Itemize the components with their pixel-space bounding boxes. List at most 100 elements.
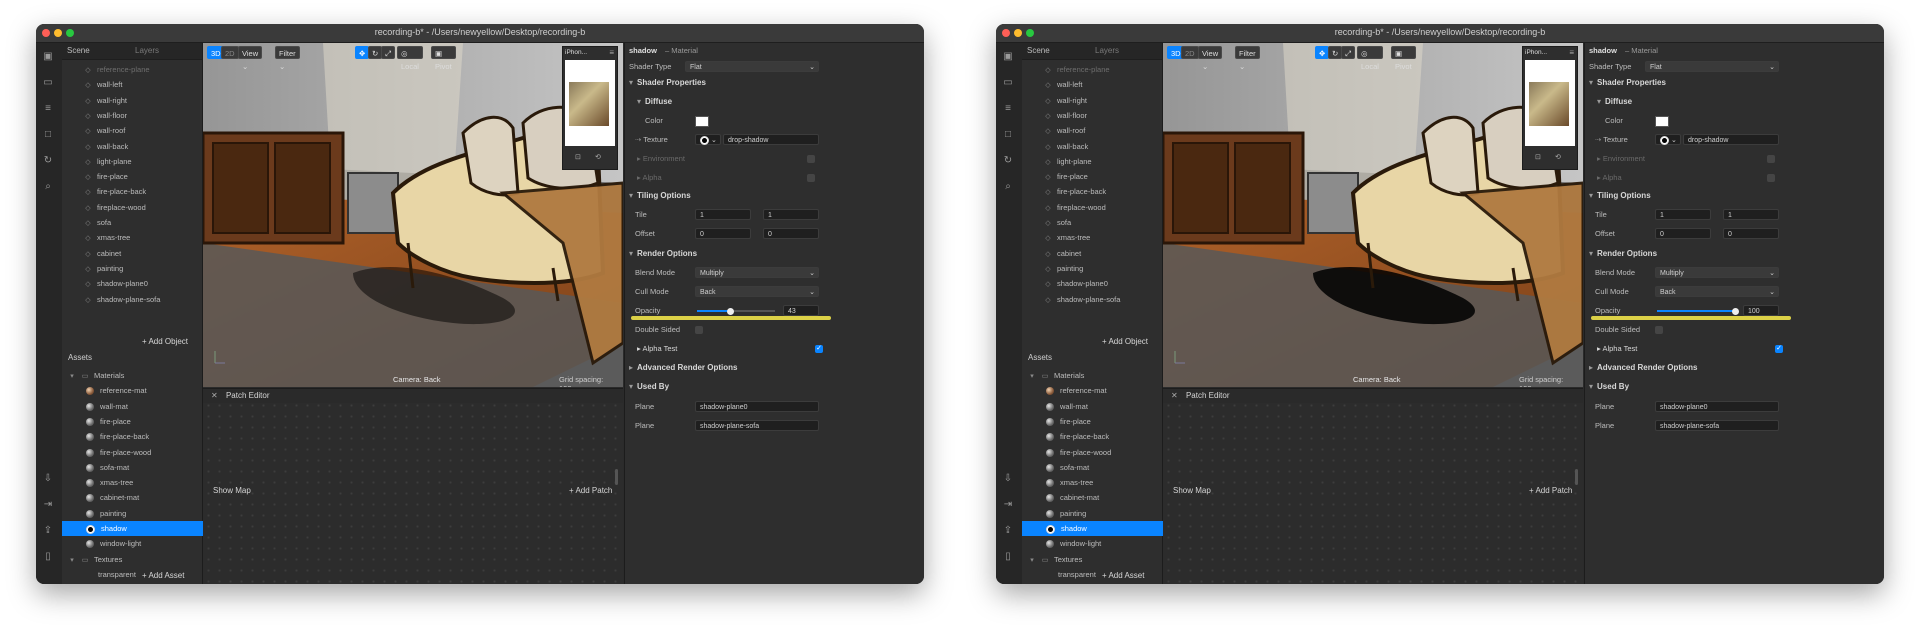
search-icon[interactable]: ⌕ (42, 181, 54, 193)
material-item[interactable]: xmas-tree (1022, 475, 1186, 490)
view-menu-button[interactable]: View ⌄ (238, 46, 263, 71)
tiling-options-header[interactable]: ▾ Tiling Options (1589, 191, 1651, 200)
tab-layers[interactable]: Layers (135, 46, 159, 55)
patch-scrollbar[interactable] (1575, 469, 1578, 485)
material-item[interactable]: fire-place (62, 414, 226, 429)
offset-y-field[interactable]: 0 (763, 228, 819, 239)
scale-tool-icon[interactable]: ⤢ (381, 46, 395, 59)
preview-rotate-icon[interactable]: ⟲ (1555, 153, 1561, 161)
pivot-toggle-button[interactable]: ▣ Pivot (1391, 46, 1416, 71)
shader-type-select[interactable]: Flat ⌄ (685, 61, 819, 72)
scene-item[interactable]: ◇ wall-left (62, 77, 224, 92)
blend-mode-select[interactable]: Multiply ⌄ (695, 267, 819, 278)
environment-checkbox[interactable] (1767, 155, 1775, 163)
cull-mode-select[interactable]: Back ⌄ (695, 286, 819, 297)
import-icon[interactable]: ⇩ (1002, 473, 1014, 485)
add-patch-button[interactable]: + Add Patch (569, 486, 612, 495)
show-map-button[interactable]: Show Map (1173, 486, 1211, 495)
scene-item[interactable]: ◇ reference-plane (1022, 62, 1184, 77)
preview-capture-icon[interactable]: ⊡ (1535, 153, 1541, 161)
texture-picker[interactable]: ⌄ (1655, 134, 1681, 146)
scene-item[interactable]: ◇ wall-left (1022, 77, 1184, 92)
alpha-checkbox[interactable] (807, 174, 815, 182)
material-item[interactable]: reference-mat (1022, 383, 1186, 398)
alpha-checkbox[interactable] (1767, 174, 1775, 182)
scene-viewport[interactable]: 3D 2D View ⌄ Filter ⌄ ✥ ↻ ⤢ ◎ Local ▣ Pi… (203, 43, 623, 387)
shader-type-select[interactable]: Flat ⌄ (1645, 61, 1779, 72)
export-icon[interactable]: ⇥ (1002, 499, 1014, 511)
opacity-value-field[interactable]: 43 (783, 305, 819, 316)
square-icon[interactable]: □ (42, 129, 54, 141)
scene-item[interactable]: ◇ fire-place-back (1022, 184, 1184, 199)
material-item[interactable]: painting (62, 506, 226, 521)
double-sided-checkbox[interactable] (695, 326, 703, 334)
device-preview[interactable]: iPhon... ≡ ⊡ ⟲ (1522, 46, 1578, 170)
environment-row[interactable]: ▸ Environment (625, 151, 924, 167)
opacity-value-field[interactable]: 100 (1743, 305, 1779, 316)
scene-item[interactable]: ◇ reference-plane (62, 62, 224, 77)
material-item[interactable]: sofa-mat (62, 460, 226, 475)
used-by-value-2[interactable]: shadow-plane-sofa (1655, 420, 1779, 431)
used-by-header[interactable]: ▾ Used By (1589, 382, 1629, 391)
used-by-header[interactable]: ▾ Used By (629, 382, 669, 391)
scene-viewport[interactable]: 3D 2D View ⌄ Filter ⌄ ✥ ↻ ⤢ ◎ Local ▣ Pi… (1163, 43, 1583, 387)
add-patch-button[interactable]: + Add Patch (1529, 486, 1572, 495)
used-by-value-2[interactable]: shadow-plane-sofa (695, 420, 819, 431)
alpha-test-label[interactable]: ▸ Alpha Test (637, 341, 677, 357)
double-sided-checkbox[interactable] (1655, 326, 1663, 334)
sync-icon[interactable]: ↻ (42, 155, 54, 167)
video-icon[interactable]: ▭ (1002, 77, 1014, 89)
device-icon[interactable]: ▯ (42, 551, 54, 563)
scene-item[interactable]: ◇ shadow-plane-sofa (62, 292, 224, 307)
alpha-test-label[interactable]: ▸ Alpha Test (1597, 341, 1637, 357)
scene-item[interactable]: ◇ cabinet (62, 246, 224, 261)
alpha-row[interactable]: ▸ Alpha (1585, 170, 1884, 186)
scene-item[interactable]: ◇ cabinet (1022, 246, 1184, 261)
patch-scrollbar[interactable] (615, 469, 618, 485)
export-icon[interactable]: ⇥ (42, 499, 54, 511)
textures-folder[interactable]: ▾ ▭ Textures (62, 552, 208, 567)
used-by-value-1[interactable]: shadow-plane0 (695, 401, 819, 412)
search-icon[interactable]: ⌕ (1002, 181, 1014, 193)
scene-item[interactable]: ◇ wall-floor (1022, 108, 1184, 123)
layout-icon[interactable]: ▣ (42, 51, 54, 63)
2d-toggle-button[interactable]: 2D (1181, 46, 1199, 59)
import-icon[interactable]: ⇩ (42, 473, 54, 485)
material-item[interactable]: wall-mat (1022, 399, 1186, 414)
patch-editor[interactable]: ✕ Patch Editor Show Map + Add Patch (203, 388, 623, 584)
material-item[interactable]: cabinet-mat (1022, 490, 1186, 505)
filter-menu-button[interactable]: Filter ⌄ (1235, 46, 1260, 71)
tile-x-field[interactable]: 1 (1655, 209, 1711, 220)
tab-scene[interactable]: Scene (67, 46, 90, 55)
opacity-slider-thumb[interactable] (1731, 307, 1739, 315)
add-object-button[interactable]: + Add Object (142, 337, 188, 346)
material-item[interactable]: fire-place-wood (1022, 445, 1186, 460)
render-options-header[interactable]: ▾ Render Options (1589, 249, 1657, 258)
scene-item[interactable]: ◇ shadow-plane0 (1022, 276, 1184, 291)
tiling-options-header[interactable]: ▾ Tiling Options (629, 191, 691, 200)
tab-layers[interactable]: Layers (1095, 46, 1119, 55)
video-icon[interactable]: ▭ (42, 77, 54, 89)
layout-icon[interactable]: ▣ (1002, 51, 1014, 63)
library-icon[interactable]: ≡ (42, 103, 54, 115)
textures-folder[interactable]: ▾ ▭ Textures (1022, 552, 1168, 567)
blend-mode-select[interactable]: Multiply ⌄ (1655, 267, 1779, 278)
tile-x-field[interactable]: 1 (695, 209, 751, 220)
texture-value-field[interactable]: drop-shadow (1683, 134, 1779, 145)
alpha-row[interactable]: ▸ Alpha (625, 170, 924, 186)
scene-item[interactable]: ◇ wall-back (62, 139, 224, 154)
scene-item[interactable]: ◇ fire-place (1022, 169, 1184, 184)
offset-y-field[interactable]: 0 (1723, 228, 1779, 239)
2d-toggle-button[interactable]: 2D (221, 46, 239, 59)
library-icon[interactable]: ≡ (1002, 103, 1014, 115)
material-item[interactable]: fire-place-wood (62, 445, 226, 460)
preview-rotate-icon[interactable]: ⟲ (595, 153, 601, 161)
material-item[interactable]: cabinet-mat (62, 490, 226, 505)
material-item[interactable]: xmas-tree (62, 475, 226, 490)
cull-mode-select[interactable]: Back ⌄ (1655, 286, 1779, 297)
color-swatch[interactable] (695, 116, 709, 127)
preview-menu-icon[interactable]: ≡ (609, 48, 614, 57)
diffuse-header[interactable]: ▾ Diffuse (637, 97, 672, 106)
material-item[interactable]: shadow (62, 521, 226, 536)
opacity-slider-thumb[interactable] (727, 307, 735, 315)
